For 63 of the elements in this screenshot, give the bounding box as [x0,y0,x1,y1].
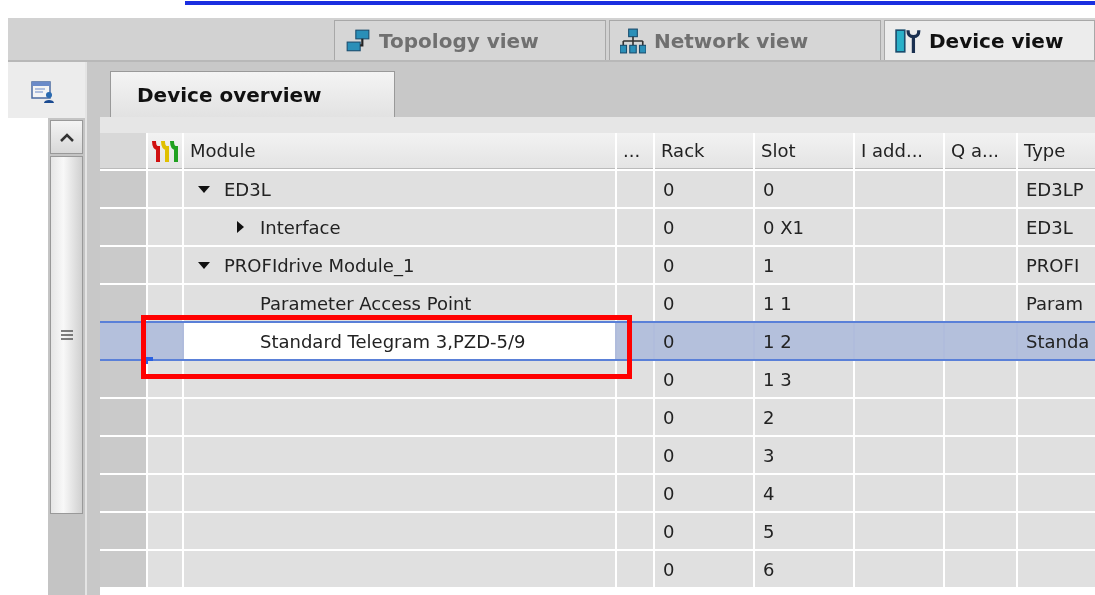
table-cell: Standa [1018,323,1095,359]
table-row[interactable]: PROFIdrive Module_1 0 1 PROFI [100,247,1095,285]
view-tab[interactable]: Device view [884,20,1095,60]
table-cell: ED3L [1018,209,1095,245]
table-cell: 5 [755,513,853,549]
table-cell: 2 [755,399,853,435]
table-row[interactable]: 0 4 [100,475,1095,513]
table-cell: 0 [655,361,753,397]
collapsed-triangle-icon[interactable] [234,221,246,233]
table-row[interactable]: 0 5 [100,513,1095,551]
table-cell: Standard Telegram 3,PZD-5/9 [260,330,526,352]
table-cell: 0 [655,171,753,207]
table-cell: PROFI [1018,247,1095,283]
scroll-up-button[interactable] [50,120,83,154]
table-cell: PROFIdrive Module_1 [224,254,415,276]
header-corner-cell [100,133,146,169]
table-row[interactable]: ED3L 0 0 ED3LP [100,171,1095,209]
column-header[interactable]: Type [1018,133,1095,169]
network-icon [620,27,646,54]
table-row[interactable]: Interface 0 0 X1 ED3L [100,209,1095,247]
table-cell: Interface [260,216,341,238]
table-cell: 0 [655,247,753,283]
table-row[interactable]: 0 6 [100,551,1095,589]
table-cell: 0 [655,551,753,587]
panel-tab[interactable]: Device overview [110,71,395,117]
table-row[interactable]: Standard Telegram 3,PZD-5/9 0 1 2 Standa [100,321,1095,361]
column-header[interactable]: I add... [855,133,943,169]
topology-icon [345,27,371,54]
device-wrench-icon [895,27,921,54]
up-caret-icon [58,132,75,142]
table-cell: 3 [755,437,853,473]
table-cell: 0 [655,323,753,359]
table-cell: 0 [755,171,853,207]
table-cell: 6 [755,551,853,587]
table-cell: 1 1 [755,285,853,321]
table-row[interactable]: 0 3 [100,437,1095,475]
table-cell: 1 2 [755,323,853,359]
column-header[interactable]: ... [617,133,653,169]
table-cell: 4 [755,475,853,511]
expanded-triangle-icon[interactable] [198,183,210,195]
table-cell: Param [1018,285,1095,321]
table-cell: 0 [655,475,753,511]
column-header[interactable]: Slot [755,133,853,169]
table-cell: 0 [655,437,753,473]
grip-icon [60,330,73,340]
table-cell: 0 [655,209,753,245]
table-row[interactable]: 0 2 [100,399,1095,437]
expanded-triangle-icon[interactable] [198,259,210,271]
table-cell: ED3LP [1018,171,1095,207]
column-header[interactable]: Q a... [945,133,1016,169]
scroll-thumb[interactable] [50,156,83,514]
table-cell: 0 [655,399,753,435]
column-header[interactable]: Module [184,133,615,169]
table-cell: 0 [655,513,753,549]
table-cell: Parameter Access Point [260,292,472,314]
table-cell: 0 [655,285,753,321]
table-cell: 1 3 [755,361,853,397]
column-header[interactable]: Rack [655,133,753,169]
table-row[interactable]: 0 1 3 [100,361,1095,399]
table-cell: 1 [755,247,853,283]
table-cell: 0 X1 [755,209,853,245]
table-cell: ED3L [224,178,271,200]
window-user-icon[interactable] [30,80,56,104]
